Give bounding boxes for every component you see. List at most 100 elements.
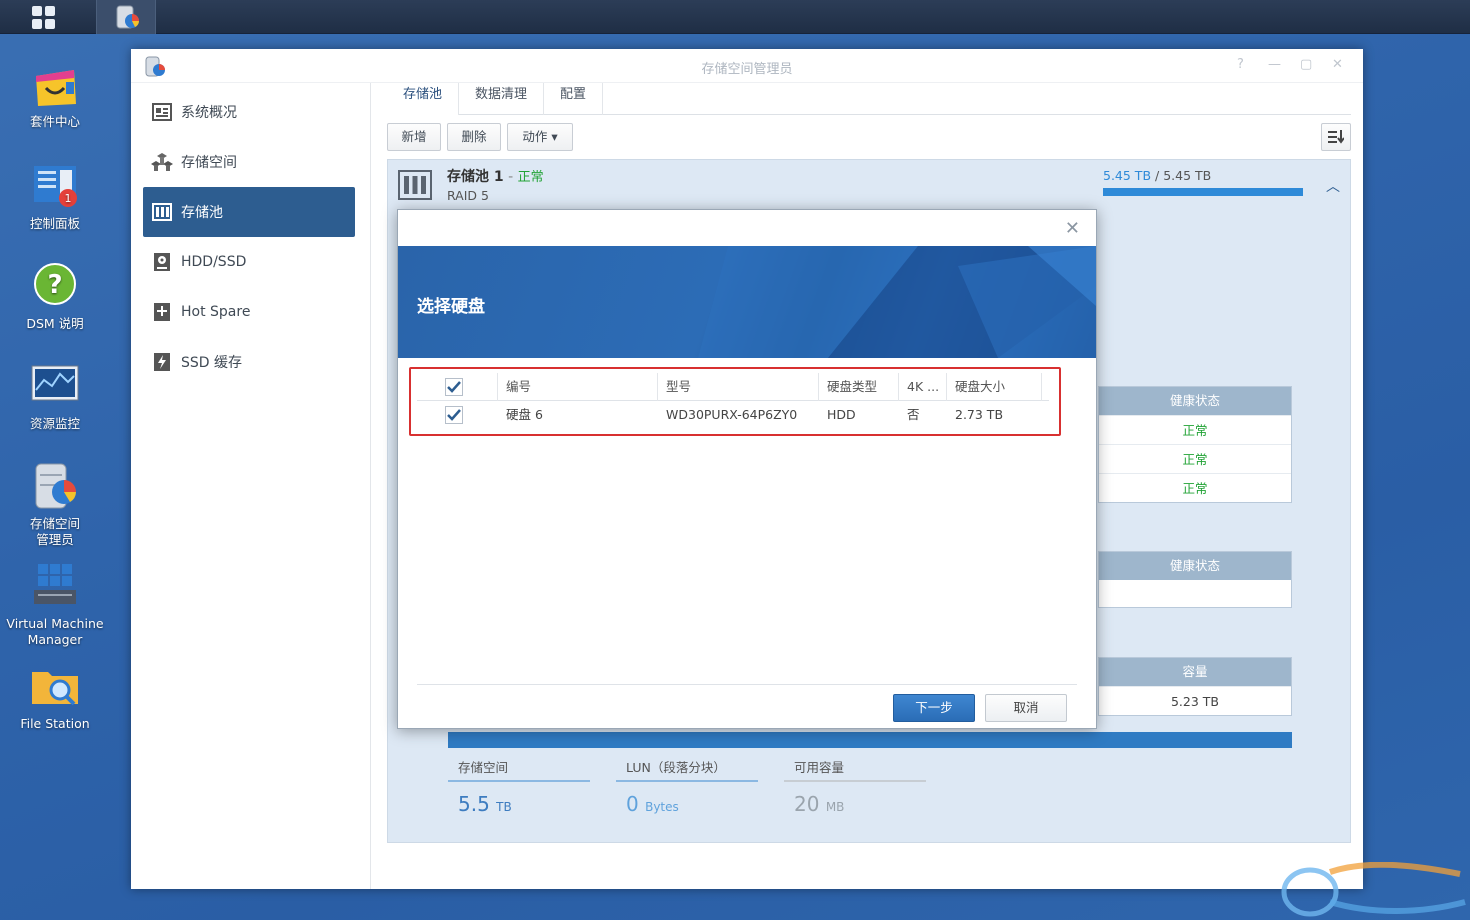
desktop-icon-label: Virtual Machine Manager [6, 616, 104, 647]
desktop-icon-label: 存储空间 管理员 [29, 516, 80, 547]
select-disk-dialog: ✕ 选择硬盘 编号 型号 硬盘类型 4K ... 硬盘大小 硬盘 6 WD30P… [397, 209, 1097, 729]
sidebar-item-hdd-ssd[interactable]: HDD/SSD [143, 237, 355, 287]
cancel-button[interactable]: 取消 [985, 694, 1067, 722]
svg-text:?: ? [47, 270, 62, 300]
stat-number: 5.5 [458, 792, 490, 816]
desktop-icon-label: DSM 说明 [26, 316, 84, 331]
desktop-storage-manager[interactable]: 存储空间 管理员 [0, 462, 110, 548]
sidebar-item-overview[interactable]: 系统概况 [143, 87, 355, 137]
window-title: 存储空间管理员 [701, 62, 793, 77]
stat-unit: TB [496, 800, 512, 814]
lightning-disk-icon [151, 351, 173, 373]
desktop-file-station[interactable]: File Station [0, 662, 110, 732]
desktop-resource-monitor[interactable]: 资源监控 [0, 362, 110, 432]
stat-value: 0 Bytes [616, 792, 758, 816]
resource-monitor-icon [30, 362, 80, 412]
stat-label: 可用容量 [784, 758, 926, 782]
main-menu-icon [31, 5, 55, 29]
desktop-virtual-machine-manager[interactable]: Virtual Machine Manager [0, 562, 110, 648]
storage-pool-icon [398, 170, 432, 200]
file-station-icon [30, 662, 80, 712]
stat-available: 可用容量 20 MB [784, 758, 926, 816]
storage-manager-icon [116, 5, 139, 29]
watermark-logo [1281, 862, 1466, 917]
minimize-icon[interactable]: — [1268, 57, 1281, 72]
notification-badge: 1 [65, 192, 72, 205]
stat-value: 20 MB [784, 792, 926, 816]
sidebar-item-label: 系统概况 [181, 105, 237, 121]
pool-status: 正常 [517, 170, 544, 185]
sidebar-item-label: HDD/SSD [181, 254, 247, 270]
capacity-value: 5.23 TB [1099, 686, 1291, 715]
desktop-icon-label: File Station [20, 716, 90, 731]
banner-pattern [698, 246, 1096, 358]
stat-number: 20 [794, 792, 820, 816]
dialog-title: 选择硬盘 [417, 297, 485, 317]
chevron-up-icon[interactable]: ︿ [1326, 176, 1340, 196]
desktop-icon-label: 套件中心 [29, 114, 80, 129]
stat-volume: 存储空间 5.5 TB [448, 758, 590, 816]
desktop-package-center[interactable]: 套件中心 [0, 60, 110, 130]
tab-bar: 存储池 数据清理 配置 [387, 83, 1351, 116]
stat-lun: LUN（段落分块） 0 Bytes [616, 758, 758, 816]
window-titlebar[interactable]: 存储空间管理员 ? — ▢ ✕ [131, 49, 1363, 83]
sidebar-item-label: Hot Spare [181, 304, 251, 320]
pool-used: 5.45 TB [1103, 168, 1152, 183]
delete-button[interactable]: 删除 [447, 123, 501, 151]
tab-configuration[interactable]: 配置 [544, 83, 604, 115]
stat-label: 存储空间 [448, 758, 590, 782]
tab-data-scrubbing[interactable]: 数据清理 [459, 83, 545, 115]
pool-raid-type: RAID 5 [447, 188, 489, 203]
package-center-icon [30, 60, 80, 110]
tab-storage-pool[interactable]: 存储池 [387, 83, 460, 116]
capacity-table: 容量 5.23 TB [1098, 657, 1292, 716]
stat-label: LUN（段落分块） [616, 758, 758, 782]
sidebar-item-hot-spare[interactable]: Hot Spare [143, 287, 355, 337]
next-button[interactable]: 下一步 [893, 694, 975, 722]
health-header: 健康状态 [1099, 387, 1291, 415]
dialog-footer-divider [417, 684, 1077, 685]
close-icon[interactable]: ✕ [1065, 218, 1080, 239]
sidebar-item-storage-pool[interactable]: 存储池 [143, 187, 355, 237]
taskbar [0, 0, 1470, 34]
action-dropdown[interactable]: 动作 ▾ [507, 123, 573, 151]
cubes-icon [151, 151, 173, 173]
stat-value: 5.5 TB [448, 792, 590, 816]
virtual-machine-icon [30, 562, 80, 612]
sidebar-item-label: 存储池 [181, 205, 223, 221]
sidebar-item-label: SSD 缓存 [181, 355, 243, 371]
help-icon[interactable]: ? [1237, 57, 1244, 72]
control-panel-icon: 1 [30, 162, 80, 212]
sort-icon [1328, 130, 1344, 144]
sort-button[interactable] [1321, 123, 1351, 151]
main-menu-button[interactable] [12, 0, 74, 34]
pool-capacity: 5.45 TB / 5.45 TB [1103, 168, 1212, 183]
sidebar-item-ssd-cache[interactable]: SSD 缓存 [143, 337, 355, 387]
pool-total: 5.45 TB [1163, 168, 1212, 183]
storage-pool-icon [151, 201, 173, 223]
maximize-icon[interactable]: ▢ [1300, 57, 1312, 72]
desktop-icon-label: 控制面板 [29, 216, 80, 231]
health-cell: 正常 [1099, 415, 1291, 444]
add-button[interactable]: 新增 [387, 123, 441, 151]
pool-title: 存储池 1 - 正常 [447, 166, 544, 186]
plus-disk-icon [151, 301, 173, 323]
highlight-box [409, 367, 1061, 436]
capacity-header: 容量 [1099, 658, 1291, 686]
desktop-icon-label: 资源监控 [29, 416, 80, 431]
stat-unit: Bytes [645, 800, 679, 814]
stat-unit: MB [825, 800, 845, 814]
hdd-icon [151, 251, 173, 273]
desktop-control-panel[interactable]: 1 控制面板 [0, 162, 110, 232]
hot-spare-table: 健康状态 [1098, 551, 1292, 608]
desktop-dsm-help[interactable]: ? DSM 说明 [0, 262, 110, 332]
overview-icon [151, 101, 173, 123]
sidebar-item-label: 存储空间 [181, 155, 237, 171]
health-cell: 正常 [1099, 473, 1291, 502]
disk-health-table: 健康状态 正常 正常 正常 [1098, 386, 1292, 503]
help-icon: ? [30, 262, 80, 312]
close-icon[interactable]: ✕ [1332, 57, 1343, 72]
taskbar-storage-manager[interactable] [96, 0, 156, 34]
pool-name: 存储池 1 [447, 169, 504, 185]
sidebar-item-volume[interactable]: 存储空间 [143, 137, 355, 187]
